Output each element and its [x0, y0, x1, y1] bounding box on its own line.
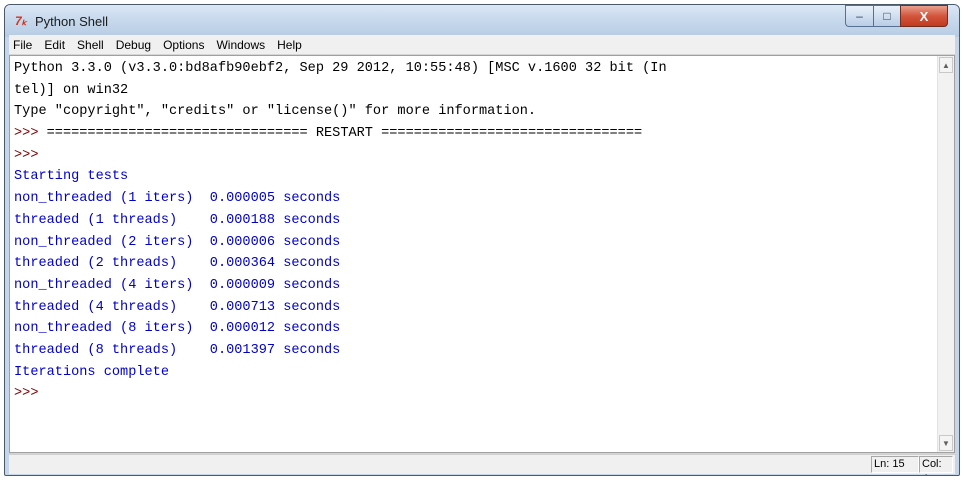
scroll-down-arrow-icon[interactable]: ▼	[939, 435, 953, 451]
shell-line: >>> ================================ RES…	[14, 123, 936, 145]
shell-output[interactable]: Python 3.3.0 (v3.3.0:bd8afb90ebf2, Sep 2…	[14, 58, 936, 405]
vertical-scrollbar[interactable]: ▲ ▼	[937, 56, 954, 452]
minimize-button[interactable]: –	[845, 5, 873, 27]
shell-line-text: threaded (2 threads) 0.000364 seconds	[14, 256, 341, 272]
shell-line-text: Iterations complete	[14, 364, 169, 380]
shell-line: non_threaded (1 iters) 0.000005 seconds	[14, 188, 936, 210]
shell-text-area[interactable]: Python 3.3.0 (v3.3.0:bd8afb90ebf2, Sep 2…	[9, 55, 955, 453]
shell-line: threaded (1 threads) 0.000188 seconds	[14, 210, 936, 232]
menu-file[interactable]: File	[9, 36, 38, 54]
shell-line: threaded (8 threads) 0.001397 seconds	[14, 340, 936, 362]
python-idle-icon: 7ₖ	[15, 14, 27, 28]
shell-line-text: Python 3.3.0 (v3.3.0:bd8afb90ebf2, Sep 2…	[14, 61, 667, 76]
shell-prompt: >>>	[14, 126, 47, 142]
column-number-indicator: Col: 4	[919, 456, 953, 475]
window-title: Python Shell	[35, 14, 108, 29]
shell-line-text: threaded (4 threads) 0.000713 seconds	[14, 299, 341, 315]
menu-options[interactable]: Options	[157, 36, 210, 54]
maximize-button[interactable]: □	[873, 5, 900, 27]
status-bar: Ln: 15 Col: 4	[9, 454, 955, 475]
shell-line-text: non_threaded (1 iters) 0.000005 seconds	[14, 191, 341, 207]
shell-line: threaded (4 threads) 0.000713 seconds	[14, 297, 936, 319]
shell-line: >>>	[14, 383, 936, 405]
shell-prompt: >>>	[14, 147, 47, 163]
title-bar[interactable]: 7ₖ Python Shell – □ X	[5, 5, 959, 37]
shell-line-text: tel)] on win32	[14, 82, 129, 98]
menu-help[interactable]: Help	[271, 36, 308, 54]
shell-line: non_threaded (2 iters) 0.000006 seconds	[14, 232, 936, 254]
python-shell-window: 7ₖ Python Shell – □ X File Edit Shell De…	[4, 4, 960, 476]
menu-debug[interactable]: Debug	[110, 36, 157, 54]
shell-line: Starting tests	[14, 166, 936, 188]
menu-edit[interactable]: Edit	[38, 36, 71, 54]
shell-prompt: >>>	[14, 386, 47, 402]
shell-line-text: threaded (1 threads) 0.000188 seconds	[14, 212, 341, 228]
shell-line: non_threaded (4 iters) 0.000009 seconds	[14, 275, 936, 297]
shell-line: Iterations complete	[14, 362, 936, 384]
shell-line: >>>	[14, 145, 936, 167]
shell-line: threaded (2 threads) 0.000364 seconds	[14, 253, 936, 275]
shell-line: non_threaded (8 iters) 0.000012 seconds	[14, 318, 936, 340]
menu-bar: File Edit Shell Debug Options Windows He…	[9, 35, 955, 55]
shell-line-text: Type "copyright", "credits" or "license(…	[14, 104, 537, 120]
shell-line: Type "copyright", "credits" or "license(…	[14, 101, 936, 123]
shell-line: Python 3.3.0 (v3.3.0:bd8afb90ebf2, Sep 2…	[14, 58, 936, 80]
shell-line-text: non_threaded (2 iters) 0.000006 seconds	[14, 234, 341, 250]
close-button[interactable]: X	[900, 5, 948, 27]
shell-line: tel)] on win32	[14, 80, 936, 102]
shell-line-text: threaded (8 threads) 0.001397 seconds	[14, 342, 341, 358]
shell-line-text: non_threaded (8 iters) 0.000012 seconds	[14, 321, 341, 337]
line-number-indicator: Ln: 15	[871, 456, 919, 473]
scroll-up-arrow-icon[interactable]: ▲	[939, 57, 953, 73]
shell-line-text: non_threaded (4 iters) 0.000009 seconds	[14, 277, 341, 293]
menu-shell[interactable]: Shell	[71, 36, 110, 54]
shell-line-text: Starting tests	[14, 169, 129, 185]
shell-line-text: ================================ RESTART…	[46, 126, 643, 142]
menu-windows[interactable]: Windows	[210, 36, 271, 54]
